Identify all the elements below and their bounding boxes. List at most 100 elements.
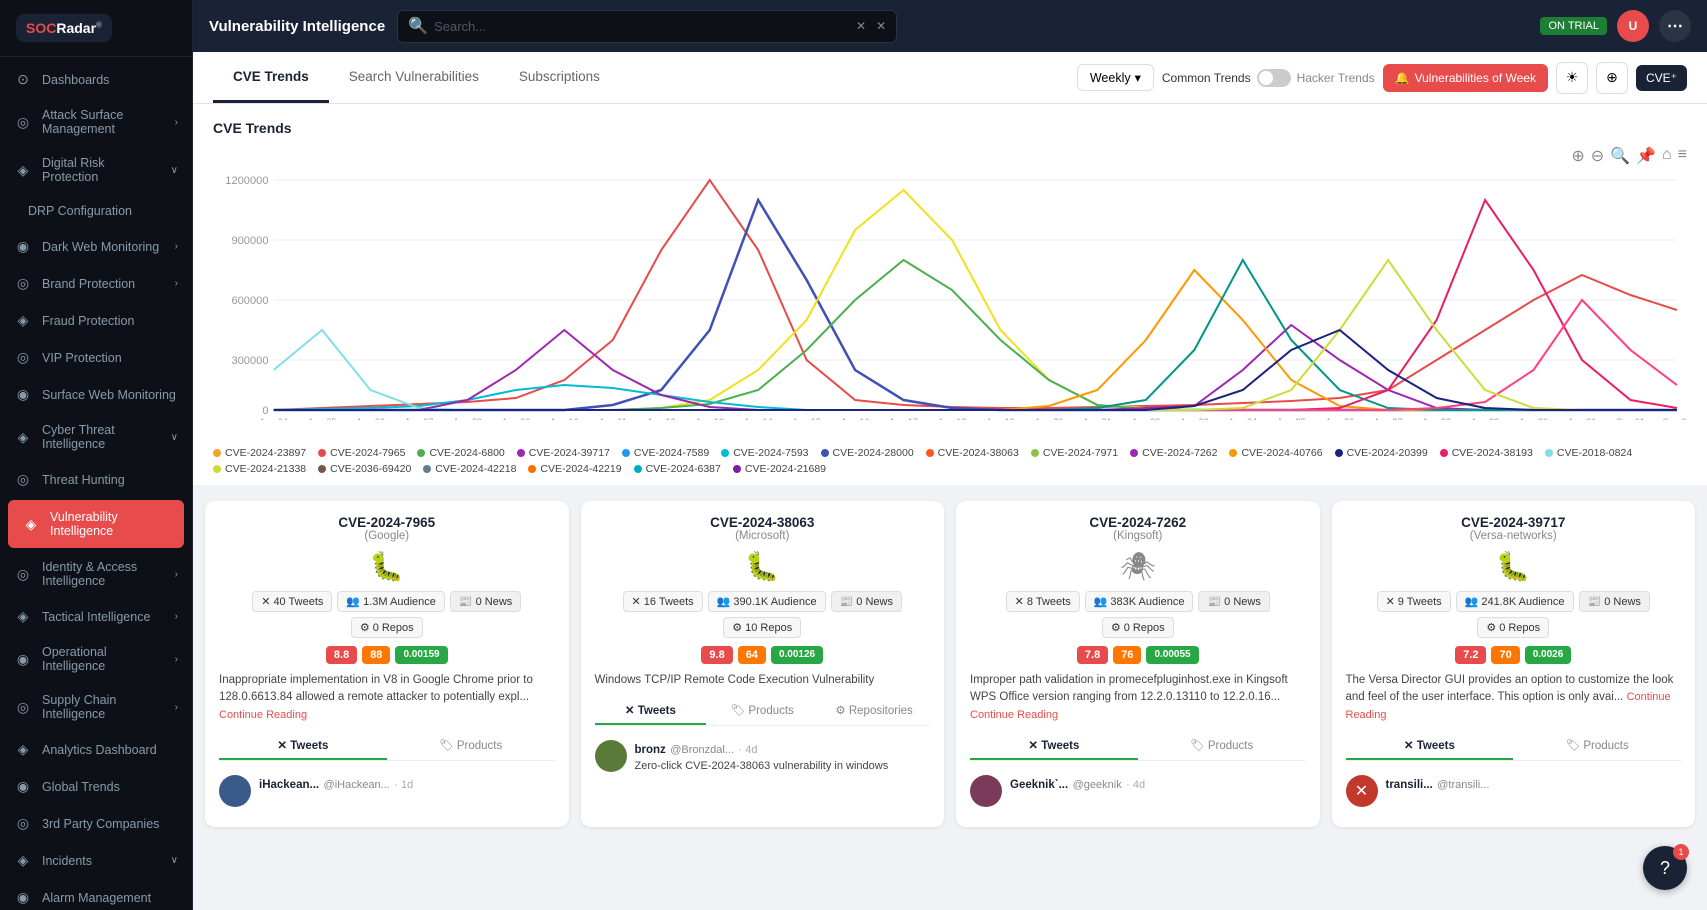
sidebar-item-attack-surface[interactable]: ◎ Attack Surface Management ›	[0, 98, 192, 146]
sidebar: SOCRadar® ⊙ Dashboards ◎ Attack Surface …	[0, 0, 193, 910]
sidebar-item-global-trends[interactable]: ◉ Global Trends	[0, 768, 192, 805]
card-icon-row: 🐛	[219, 550, 555, 583]
tweet-item: bronz @Bronzdal... · 4d Zero-click CVE-2…	[595, 734, 931, 778]
sidebar-item-incidents[interactable]: ◈ Incidents ∨	[0, 842, 192, 879]
cvss-score: 7.2	[1455, 646, 1486, 664]
sidebar-item-fraud-protection[interactable]: ◈ Fraud Protection	[0, 302, 192, 339]
tweet-avatar	[595, 740, 627, 772]
card-tab-tweets[interactable]: ✕ Tweets	[219, 732, 387, 760]
cyber-threat-icon: ◈	[14, 429, 32, 446]
attack-surface-icon: ◎	[14, 114, 32, 131]
sidebar-item-supply-chain[interactable]: ◎ Supply Chain Intelligence ›	[0, 683, 192, 731]
tweet-text: Zero-click CVE-2024-38063 vulnerability …	[635, 760, 931, 772]
vulnerability-icon: 🐛	[369, 550, 404, 583]
user-menu[interactable]: ⋯	[1659, 10, 1691, 42]
cvss-score: 8.8	[326, 646, 357, 664]
zoom-out-icon[interactable]: ⊖	[1591, 146, 1604, 166]
search-input[interactable]	[434, 11, 850, 42]
tab-subscriptions[interactable]: Subscriptions	[499, 52, 620, 103]
plus-circle-btn[interactable]: ⊕	[1596, 62, 1628, 94]
logo: SOCRadar®	[16, 14, 112, 42]
card-tab-products[interactable]: 🏷 Products	[1513, 732, 1681, 760]
sidebar-item-tactical-intel[interactable]: ◈ Tactical Intelligence ›	[0, 598, 192, 635]
card-tab-products[interactable]: 🏷 Products	[706, 697, 818, 725]
sidebar-item-label: Attack Surface Management	[42, 108, 165, 136]
card-badges: ✕ 8 Tweets 👥 383K Audience 📰 0 News ⚙ 0 …	[970, 591, 1306, 638]
repos-badge: ⚙ 0 Repos	[1102, 617, 1174, 638]
epss-score: 76	[1113, 646, 1141, 664]
sidebar-item-threat-hunting[interactable]: ◎ Threat Hunting	[0, 461, 192, 498]
svg-text:Aug 12: Aug 12	[647, 417, 676, 420]
svg-text:Aug 21: Aug 21	[1083, 417, 1112, 420]
sidebar-item-surface-web[interactable]: ◉ Surface Web Monitoring	[0, 376, 192, 413]
topbar-right: ON TRIAL U ⋯	[1540, 10, 1691, 42]
support-button[interactable]: ? 1	[1643, 846, 1687, 890]
sidebar-item-drp-config[interactable]: DRP Configuration	[0, 194, 192, 228]
card-tab-products[interactable]: 🏷 Products	[1138, 732, 1306, 760]
audience-badge: 👥 390.1K Audience	[708, 591, 826, 612]
menu-icon[interactable]: ≡	[1678, 146, 1687, 166]
tab-nav: CVE Trends Search Vulnerabilities Subscr…	[193, 52, 1707, 104]
card-tab-products[interactable]: 🏷 Products	[387, 732, 555, 760]
magnify-icon[interactable]: 🔍	[1610, 146, 1630, 166]
vulnerabilities-of-week-btn[interactable]: 🔔 Vulnerabilities of Week	[1383, 64, 1548, 92]
cve-card-7262: CVE-2024-7262 (Kingsoft) 🕷 ✕ 8 Tweets 👥 …	[956, 501, 1320, 827]
svg-text:Aug 17: Aug 17	[889, 417, 918, 420]
zoom-in-icon[interactable]: ⊕	[1571, 146, 1584, 166]
continue-reading-link[interactable]: Continue Reading	[970, 709, 1058, 721]
sidebar-item-cyber-threat[interactable]: ◈ Cyber Threat Intelligence ∨	[0, 413, 192, 461]
card-description: Improper path validation in promecefplug…	[970, 672, 1306, 724]
sidebar-item-alarm-mgmt[interactable]: ◉ Alarm Management	[0, 879, 192, 910]
sidebar-item-3rd-party[interactable]: ◎ 3rd Party Companies	[0, 805, 192, 842]
legend-item: CVE-2024-38063	[926, 447, 1019, 459]
card-tab-repos[interactable]: ⚙ Repositories	[818, 697, 930, 725]
vuln-intel-icon: ◈	[22, 516, 40, 533]
chevron-icon: ›	[175, 654, 178, 665]
home-icon[interactable]: ⌂	[1662, 146, 1672, 166]
continue-reading-link[interactable]: Continue Reading	[219, 709, 307, 721]
legend-item: CVE-2024-38193	[1440, 447, 1533, 459]
pin-icon[interactable]: 📌	[1636, 146, 1656, 166]
sidebar-item-digital-risk[interactable]: ◈ Digital Risk Protection ∨	[0, 146, 192, 194]
search-close-icon[interactable]: ✕	[876, 19, 886, 33]
tweet-user: transili...	[1386, 779, 1433, 791]
svg-text:0: 0	[262, 405, 268, 417]
common-trends-toggle-group: Common Trends Hacker Trends	[1162, 69, 1375, 87]
sidebar-item-operational-intel[interactable]: ◉ Operational Intelligence ›	[0, 635, 192, 683]
search-box: 🔍 ✕ ✕	[397, 10, 897, 43]
tab-search-vulns[interactable]: Search Vulnerabilities	[329, 52, 499, 103]
sidebar-item-analytics[interactable]: ◈ Analytics Dashboard	[0, 731, 192, 768]
tab-cve-trends[interactable]: CVE Trends	[213, 52, 329, 103]
sidebar-item-brand-protection[interactable]: ◎ Brand Protection ›	[0, 265, 192, 302]
tweet-user: Geeknik`...	[1010, 779, 1068, 791]
legend-item: CVE-2024-28000	[821, 447, 914, 459]
dashboard-icon: ⊙	[14, 71, 32, 88]
sidebar-item-identity-access[interactable]: ◎ Identity & Access Intelligence ›	[0, 550, 192, 598]
card-vendor: (Microsoft)	[595, 530, 931, 542]
tweet-item: ✕ transili... @transili...	[1346, 769, 1682, 813]
search-clear-icon[interactable]: ✕	[856, 19, 866, 33]
sidebar-item-dark-web[interactable]: ◉ Dark Web Monitoring ›	[0, 228, 192, 265]
sidebar-item-label: DRP Configuration	[28, 204, 178, 218]
card-tab-tweets[interactable]: ✕ Tweets	[970, 732, 1138, 760]
weekly-filter-btn[interactable]: Weekly ▾	[1077, 64, 1154, 91]
sidebar-item-dashboards[interactable]: ⊙ Dashboards	[0, 61, 192, 98]
sidebar-item-vip-protection[interactable]: ◎ VIP Protection	[0, 339, 192, 376]
legend-label: CVE-2024-7262	[1142, 447, 1217, 459]
svg-text:300000: 300000	[231, 355, 268, 367]
chevron-icon: ›	[175, 702, 178, 713]
card-icon-row: 🐛	[1346, 550, 1682, 583]
sidebar-item-vuln-intel[interactable]: ◈ Vulnerability Intelligence	[8, 500, 184, 548]
card-tab-tweets[interactable]: ✕ Tweets	[595, 697, 707, 725]
card-vendor: (Google)	[219, 530, 555, 542]
cve-plus-btn[interactable]: CVE⁺	[1636, 65, 1687, 91]
news-badge: 📰 0 News	[831, 591, 902, 612]
tactical-icon: ◈	[14, 608, 32, 625]
legend-label: CVE-2024-7589	[634, 447, 709, 459]
legend-item: CVE-2024-7589	[622, 447, 709, 459]
chart-section: CVE Trends ⊕ ⊖ 🔍 📌 ⌂ ≡ 1200000 900000 60…	[193, 104, 1707, 441]
common-trends-toggle[interactable]	[1257, 69, 1291, 87]
card-tab-tweets[interactable]: ✕ Tweets	[1346, 732, 1514, 760]
sun-icon-btn[interactable]: ☀	[1556, 62, 1588, 94]
sidebar-item-label: Dashboards	[42, 73, 178, 87]
